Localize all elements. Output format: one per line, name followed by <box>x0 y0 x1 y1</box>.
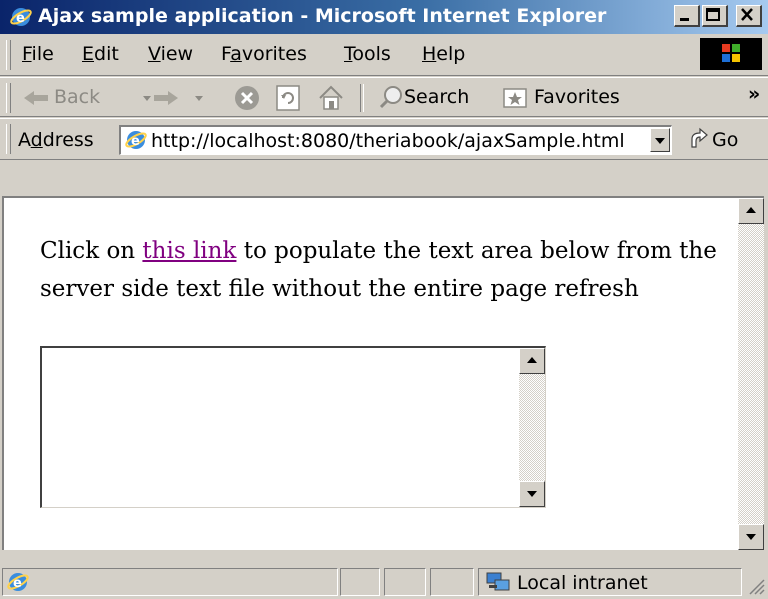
title-bar[interactable]: e Ajax sample application - Microsoft In… <box>0 0 768 34</box>
menu-edit[interactable]: Edit <box>82 43 119 65</box>
status-pane <box>430 568 474 596</box>
windows-logo <box>700 38 762 70</box>
window-title: Ajax sample application - Microsoft Inte… <box>38 5 607 27</box>
search-icon <box>379 86 402 109</box>
forward-button[interactable] <box>148 78 222 116</box>
address-grip[interactable] <box>6 124 11 154</box>
page-scroll-down-button[interactable] <box>738 524 764 550</box>
stop-icon[interactable] <box>232 83 262 113</box>
menu-bar: File Edit View Favorites Tools Help <box>0 34 768 76</box>
address-bar: Address e http://localhost:8080/theriabo… <box>0 118 768 160</box>
scroll-up-icon <box>746 207 756 213</box>
svg-text:e: e <box>131 134 140 149</box>
menu-view[interactable]: View <box>148 43 193 65</box>
security-zone-label: Local intranet <box>517 572 648 594</box>
scroll-up-icon <box>527 357 537 363</box>
menu-file[interactable]: File <box>22 43 54 65</box>
go-label: Go <box>712 129 739 151</box>
page-instructions: Click on this link to populate the text … <box>40 232 720 308</box>
back-label: Back <box>54 86 101 108</box>
search-button[interactable]: Search <box>378 78 488 116</box>
maximize-icon <box>706 8 720 21</box>
address-url: http://localhost:8080/theriabook/ajaxSam… <box>151 130 625 152</box>
toolbar-overflow-chevron[interactable]: » <box>748 83 760 105</box>
go-button[interactable]: Go <box>688 125 764 155</box>
scroll-down-icon <box>527 491 537 497</box>
populate-link[interactable]: this link <box>142 238 236 264</box>
ie-app-icon: e <box>10 8 32 26</box>
toolbar-separator <box>360 84 364 112</box>
page-scrollbar[interactable] <box>738 198 764 550</box>
local-intranet-icon <box>486 572 510 591</box>
resize-grip-icon[interactable] <box>746 576 766 596</box>
address-label: Address <box>18 129 94 151</box>
refresh-icon[interactable] <box>274 83 302 113</box>
minimize-icon <box>680 18 689 21</box>
ie-status-icon: e <box>7 573 29 591</box>
scroll-down-icon <box>746 534 756 540</box>
chevron-down-icon <box>655 138 665 144</box>
page-scroll-up-button[interactable] <box>738 198 764 224</box>
status-pane <box>340 568 380 596</box>
maximize-button[interactable] <box>702 5 728 27</box>
close-icon <box>741 8 753 21</box>
ie-page-icon: e <box>125 131 147 149</box>
favorites-button[interactable]: Favorites <box>502 78 652 116</box>
textarea-scrollbar[interactable] <box>519 348 545 507</box>
close-button[interactable] <box>736 5 762 27</box>
favorites-label: Favorites <box>534 86 620 108</box>
menu-tools[interactable]: Tools <box>344 43 391 65</box>
forward-dropdown-icon <box>195 96 203 101</box>
menu-grip[interactable] <box>6 40 11 70</box>
menu-favorites[interactable]: Favorites <box>221 43 307 65</box>
home-icon[interactable] <box>316 83 346 113</box>
svg-text:e: e <box>13 576 22 591</box>
back-arrow-icon <box>24 91 48 105</box>
address-field[interactable]: e http://localhost:8080/theriabook/ajaxS… <box>119 125 672 155</box>
content-textarea[interactable] <box>40 346 546 508</box>
status-pane <box>384 568 426 596</box>
svg-text:e: e <box>16 11 25 26</box>
minimize-button[interactable] <box>674 5 700 27</box>
status-bar: e Local intranet <box>0 566 768 599</box>
favorites-star-icon <box>503 88 527 108</box>
menu-help[interactable]: Help <box>422 43 465 65</box>
address-dropdown-button[interactable] <box>650 128 670 152</box>
page-viewport: Click on this link to populate the text … <box>2 196 764 550</box>
status-main-pane: e <box>2 568 338 596</box>
instruction-text-before: Click on <box>40 238 143 264</box>
search-label: Search <box>404 86 470 108</box>
windows-flag-icon <box>722 44 740 62</box>
textarea-scroll-down-button[interactable] <box>519 481 545 507</box>
go-arrow-icon <box>691 127 708 148</box>
status-zone-pane: Local intranet <box>478 568 742 596</box>
textarea-scroll-up-button[interactable] <box>519 348 545 374</box>
forward-arrow-icon <box>154 91 178 105</box>
toolbar-grip[interactable] <box>6 83 11 113</box>
standard-toolbar: Back Search Favorites » <box>0 77 768 117</box>
